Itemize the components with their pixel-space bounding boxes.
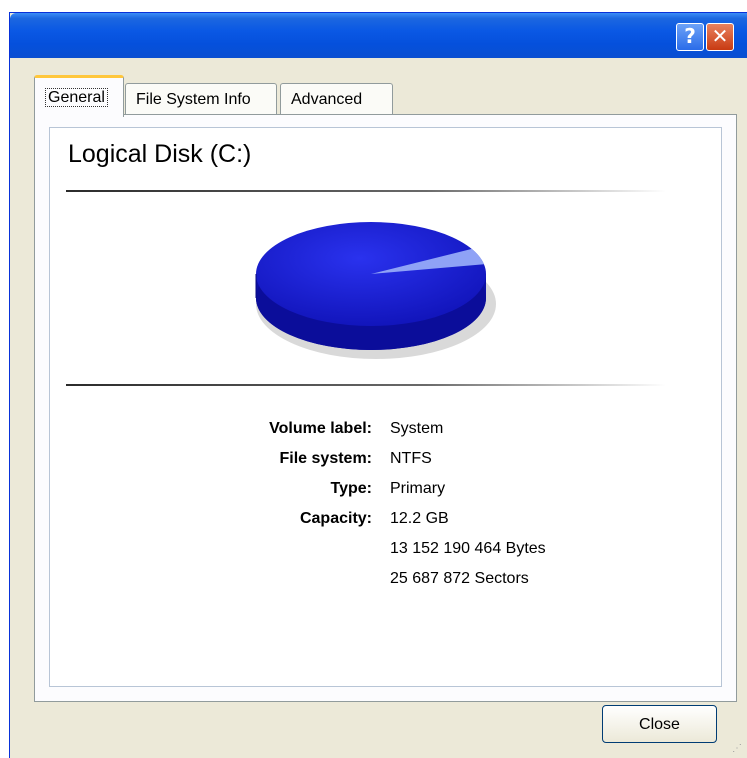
help-button[interactable]: ? [676, 23, 704, 51]
disk-title: Logical Disk (C:) [68, 140, 252, 168]
tab-panel: Logical Disk (C:) Volume label: System F… [34, 114, 737, 702]
capacity-bytes: 13 152 190 464 Bytes [390, 540, 546, 557]
disk-info-area: Logical Disk (C:) Volume label: System F… [49, 127, 722, 687]
type-label: Type: [330, 480, 372, 497]
capacity-label: Capacity: [299, 510, 372, 527]
tab-file-system-info[interactable]: File System Info [125, 83, 277, 116]
tab-advanced[interactable]: Advanced [280, 83, 393, 116]
volume-label-value: System [390, 420, 444, 437]
capacity-sectors: 25 687 872 Sectors [390, 570, 529, 587]
dialog-window: ? ✕ General File System Info Advanced Lo… [9, 12, 747, 758]
close-button[interactable]: Close [602, 705, 717, 743]
divider-bottom [66, 384, 666, 386]
type-value: Primary [390, 480, 446, 497]
tab-general[interactable]: General [34, 75, 124, 117]
title-bar[interactable]: ? ✕ [10, 13, 747, 58]
volume-label-label: Volume label: [269, 420, 372, 437]
disk-usage-pie-chart [246, 212, 496, 372]
file-system-value: NTFS [390, 450, 432, 467]
close-window-button[interactable]: ✕ [706, 23, 734, 51]
divider-top [66, 190, 666, 192]
resize-grip-icon[interactable]: ⋰ [732, 743, 744, 755]
capacity-value: 12.2 GB [390, 510, 449, 527]
file-system-label: File system: [279, 450, 372, 467]
tab-general-label: General [45, 88, 108, 107]
